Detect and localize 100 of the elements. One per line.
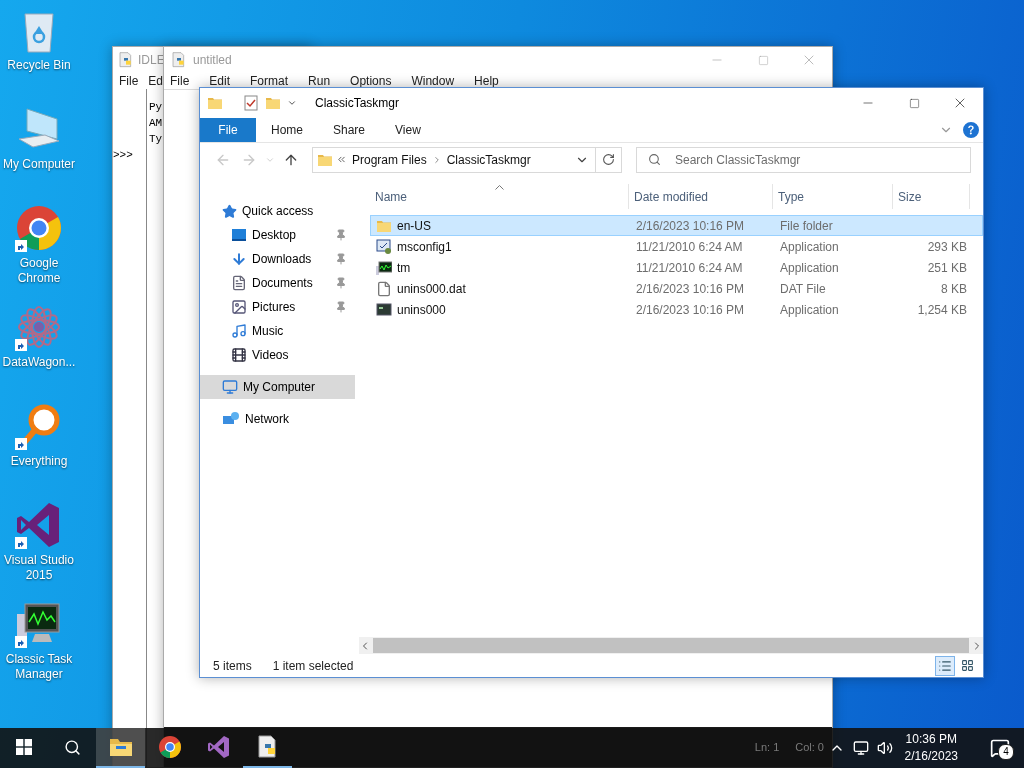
menu-item[interactable]: Window	[411, 74, 455, 88]
table-cell-text: 8 KB	[940, 280, 968, 298]
volume-icon[interactable]	[876, 740, 893, 756]
menu-item[interactable]: File	[119, 74, 139, 88]
nav-item[interactable]: Downloads	[200, 247, 355, 271]
maximize-icon	[757, 54, 769, 66]
ribbon-tab[interactable]: File	[200, 118, 256, 142]
breadcrumb[interactable]: ClassicTaskmgr	[444, 152, 533, 167]
table-cell-text: 2/16/2023 10:16 PM	[635, 217, 746, 235]
document-icon	[231, 275, 247, 291]
properties-icon	[243, 95, 259, 111]
ribbon-tab[interactable]: Home	[256, 118, 318, 142]
status-text: Col: 0	[795, 741, 824, 753]
table-cell-text: 251 KB	[926, 259, 968, 277]
chevrons-left-icon	[336, 154, 347, 165]
music-note-icon	[231, 323, 247, 339]
table-cell-text: DAT File	[779, 280, 827, 298]
menu-item[interactable]: Ed	[148, 74, 164, 88]
python-file-icon	[171, 52, 187, 68]
monitor-icon	[376, 259, 392, 276]
network-icon[interactable]	[852, 740, 869, 756]
menu-item[interactable]: Format	[250, 74, 289, 88]
file-name: tm	[397, 260, 411, 275]
sort-ascending-icon	[495, 185, 504, 190]
menu-item[interactable]: Run	[308, 74, 331, 88]
menu-item[interactable]: File	[170, 74, 190, 88]
shell-line: AM	[149, 116, 163, 131]
nav-item[interactable]: Documents	[200, 271, 355, 295]
file-row[interactable]: unins000 2/16/2023 10:16 PM Application 1,254 KB	[370, 299, 983, 320]
maximize-icon	[908, 97, 920, 109]
search-icon	[648, 152, 661, 166]
window-title: IDLE	[138, 53, 165, 67]
atom-icon	[15, 303, 63, 351]
horizontal-scrollbar[interactable]	[359, 637, 983, 654]
taskbar-button[interactable]	[96, 728, 145, 768]
nav-item[interactable]: Music	[200, 319, 355, 343]
ribbon-tab[interactable]: View	[380, 118, 436, 142]
column-header[interactable]: Size	[893, 184, 970, 209]
help-icon	[963, 122, 979, 138]
file-row[interactable]: en-US 2/16/2023 10:16 PM File folder	[370, 215, 983, 236]
shell-prompt: >>>	[113, 149, 133, 161]
table-cell-text: Application	[779, 238, 840, 256]
nav-item[interactable]: Videos	[200, 343, 355, 367]
file-icon	[376, 280, 392, 297]
column-header[interactable]: Name	[370, 184, 629, 209]
menu-item[interactable]: Edit	[209, 74, 231, 88]
folder-icon	[207, 95, 223, 111]
clock[interactable]: 10:36 PM 2/16/2023	[904, 731, 958, 765]
table-cell-text: 1,254 KB	[916, 301, 968, 319]
file-row[interactable]: msconfig1 11/21/2010 6:24 AM Application 293 KB	[370, 236, 983, 257]
shell-line: Ty	[149, 132, 163, 147]
address-bar[interactable]: Program Files ClassicTaskmgr	[312, 146, 622, 173]
windows-logo-icon	[16, 739, 32, 755]
nav-item[interactable]: Pictures	[200, 295, 355, 319]
file-name: unins000.dat	[397, 281, 466, 296]
chrome-icon	[157, 735, 182, 759]
status-text: 5 items	[213, 658, 252, 673]
studio-icon	[206, 735, 231, 759]
menu-item[interactable]: Options	[350, 74, 392, 88]
nav-item[interactable]: Quick access	[200, 199, 355, 223]
list-icon	[938, 658, 952, 673]
table-cell-text: Application	[779, 301, 840, 319]
menu-item[interactable]: Help	[474, 74, 499, 88]
details-view-button[interactable]	[935, 655, 955, 676]
status-text: Ln: 1	[754, 741, 780, 753]
file-name: msconfig1	[397, 239, 452, 254]
picture-icon	[231, 299, 247, 315]
download-icon	[231, 251, 247, 267]
file-name: en-US	[397, 218, 431, 233]
python-file-icon	[118, 52, 134, 68]
ribbon-tab[interactable]: Share	[318, 118, 381, 142]
notifications-button[interactable]: 4	[976, 728, 1024, 768]
grid-icon	[960, 659, 974, 672]
file-row[interactable]: tm 11/21/2010 6:24 AM Application 251 KB	[370, 257, 983, 278]
breadcrumb[interactable]: Program Files	[350, 152, 429, 167]
table-cell-text: 2/16/2023 10:16 PM	[635, 280, 746, 298]
column-header[interactable]: Date modified	[629, 184, 773, 209]
nav-item[interactable]: Desktop	[200, 223, 355, 247]
folder-icon	[265, 95, 281, 111]
nav-item[interactable]: Network	[200, 407, 355, 431]
table-cell-text: File folder	[779, 217, 834, 235]
file-name: unins000	[397, 302, 446, 317]
table-cell-text: 11/21/2010 6:24 AM	[635, 259, 744, 277]
refresh-icon	[602, 153, 615, 166]
chrome-icon	[15, 204, 63, 252]
search-field[interactable]: Search ClassicTaskmgr	[636, 146, 971, 173]
desktop-icon	[231, 227, 247, 243]
film-icon	[231, 347, 247, 363]
table-cell-text: Application	[779, 259, 840, 277]
column-header[interactable]: Type	[773, 184, 893, 209]
network-icon	[222, 411, 240, 427]
settings-window-icon	[376, 238, 392, 255]
table-cell-text: 2/16/2023 10:16 PM	[635, 301, 746, 319]
installer-icon	[376, 301, 392, 318]
file-row[interactable]: unins000.dat 2/16/2023 10:16 PM DAT File 8 KB	[370, 278, 983, 299]
table-cell-text: 11/21/2010 6:24 AM	[635, 238, 744, 256]
nav-item[interactable]: My Computer	[200, 375, 355, 399]
star-icon	[222, 203, 237, 219]
search-icon	[63, 738, 81, 756]
chevron-down-icon	[287, 98, 297, 108]
